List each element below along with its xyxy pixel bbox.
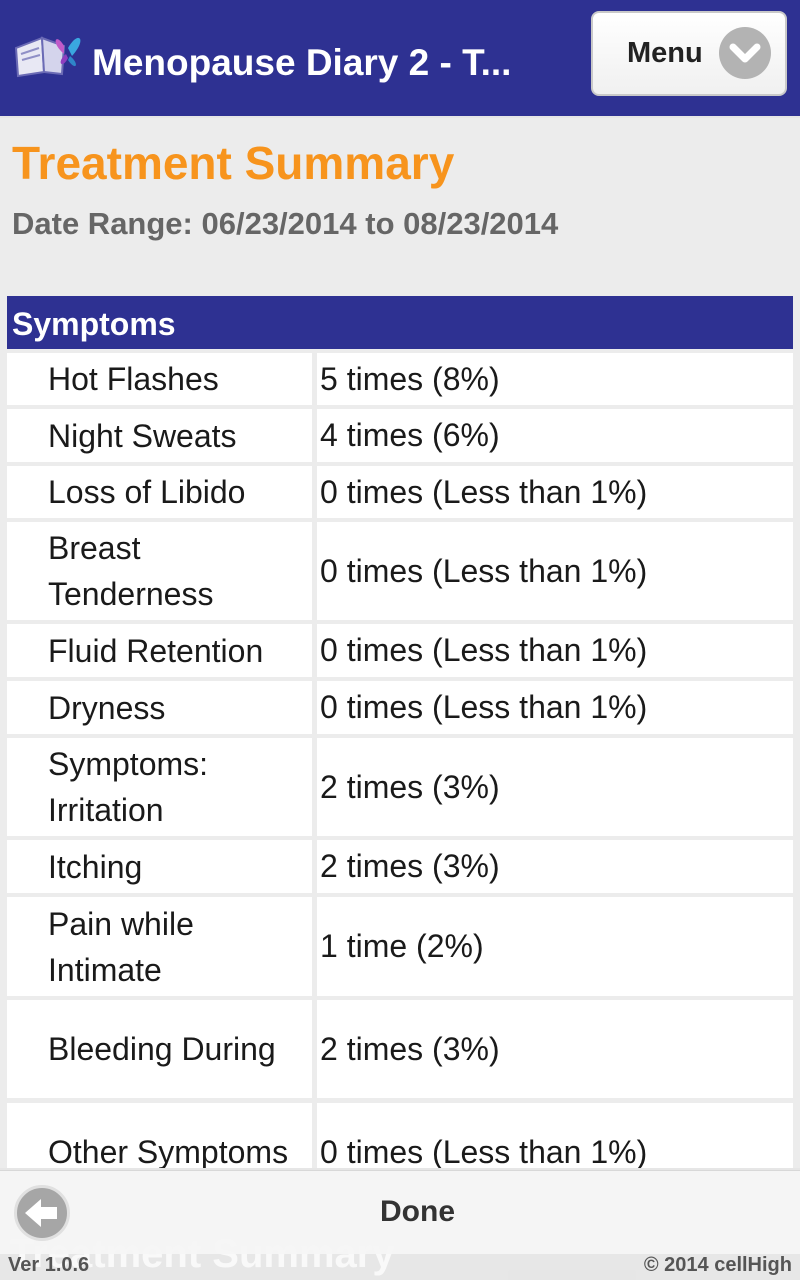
symptom-value: 0 times (Less than 1%) (317, 624, 793, 677)
footer-bar: Done (0, 1170, 800, 1254)
done-button[interactable]: Done (380, 1195, 455, 1229)
book-butterfly-icon (12, 28, 90, 78)
symptom-value: 0 times (Less than 1%) (317, 466, 793, 518)
copyright-label: © 2014 cellHigh (643, 1254, 792, 1276)
symptom-label: Hot Flashes (7, 353, 312, 405)
table-row: Pain while Intimate 1 time (2%) (7, 897, 793, 996)
symptom-value: 0 times (Less than 1%) (317, 1103, 793, 1168)
symptom-label: Itching (7, 840, 312, 893)
symptom-label: Fluid Retention (7, 624, 312, 677)
symptom-value: 2 times (3%) (317, 1000, 793, 1098)
table-row: Loss of Libido 0 times (Less than 1%) (7, 466, 793, 518)
table-row: Fluid Retention 0 times (Less than 1%) (7, 624, 793, 677)
back-button[interactable] (14, 1185, 70, 1241)
chevron-down-icon (719, 27, 771, 79)
menu-button[interactable]: Menu (591, 11, 787, 96)
page-title: Treatment Summary (12, 137, 455, 189)
table-row: Hot Flashes 5 times (8%) (7, 353, 793, 405)
table-row: Night Sweats 4 times (6%) (7, 409, 793, 462)
symptom-label: Pain while Intimate (7, 897, 312, 996)
symptom-value: 5 times (8%) (317, 353, 793, 405)
table-row: Breast Tenderness 0 times (Less than 1%) (7, 522, 793, 620)
symptom-label: Symptoms: Irritation (7, 738, 312, 836)
table-row: Bleeding During 2 times (3%) (7, 1000, 793, 1098)
symptom-label: Other Symptoms (7, 1103, 312, 1168)
app-header: Menopause Diary 2 - T... Menu (0, 0, 800, 116)
symptom-value: 2 times (3%) (317, 840, 793, 893)
header-title: Menopause Diary 2 - T... (92, 42, 512, 83)
symptom-value: 2 times (3%) (317, 738, 793, 836)
arrow-left-icon (25, 1199, 57, 1227)
section-header-symptoms: Symptoms (7, 296, 793, 349)
table-row: Itching 2 times (3%) (7, 840, 793, 893)
summary-content: Treatment Summary Date Range: 06/23/2014… (0, 118, 800, 1168)
symptom-label: Loss of Libido (7, 466, 312, 518)
table-row: Other Symptoms 0 times (Less than 1%) (7, 1103, 793, 1168)
symptom-label: Dryness (7, 681, 312, 734)
menu-button-label: Menu (627, 37, 703, 69)
symptom-value: 1 time (2%) (317, 897, 793, 996)
symptom-value: 0 times (Less than 1%) (317, 522, 793, 620)
symptom-value: 0 times (Less than 1%) (317, 681, 793, 734)
symptom-label: Night Sweats (7, 409, 312, 462)
symptom-label: Breast Tenderness (7, 522, 312, 620)
date-range: Date Range: 06/23/2014 to 08/23/2014 (12, 206, 559, 241)
symptom-label: Bleeding During (7, 1000, 312, 1098)
symptom-value: 4 times (6%) (317, 409, 793, 462)
table-row: Dryness 0 times (Less than 1%) (7, 681, 793, 734)
version-label: Ver 1.0.6 (8, 1254, 90, 1276)
table-row: Symptoms: Irritation 2 times (3%) (7, 738, 793, 836)
